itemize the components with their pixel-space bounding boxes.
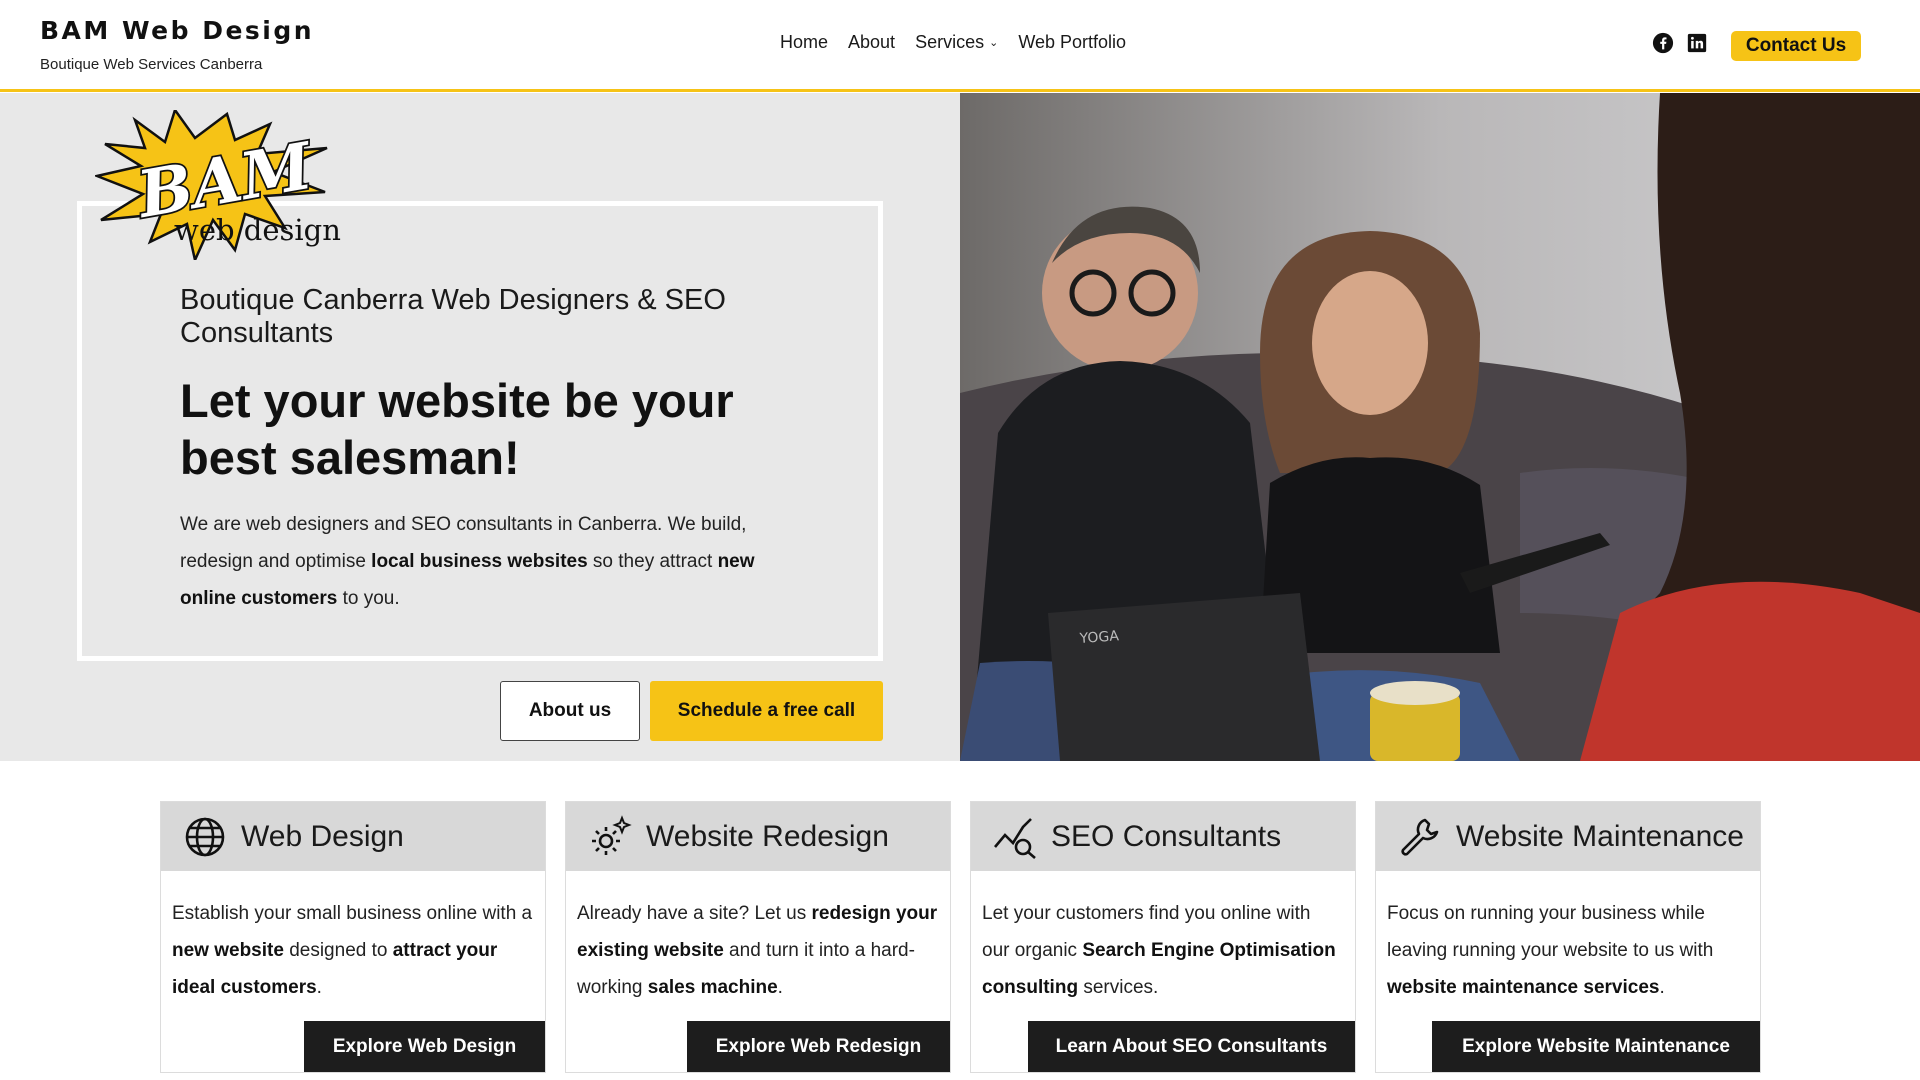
nav-about[interactable]: About xyxy=(848,32,895,53)
explore-web-redesign-button[interactable]: Explore Web Redesign xyxy=(687,1021,950,1072)
card-title: Website Maintenance xyxy=(1456,819,1744,853)
learn-about-seo-button[interactable]: Learn About SEO Consultants xyxy=(1028,1021,1355,1072)
nav-web-portfolio[interactable]: Web Portfolio xyxy=(1018,32,1126,53)
social-links xyxy=(1652,32,1707,54)
schedule-call-button[interactable]: Schedule a free call xyxy=(650,681,883,741)
hero-description: We are web designers and SEO consultants… xyxy=(180,514,755,609)
brand-title[interactable]: BAM Web Design xyxy=(40,14,314,48)
card-text: Establish your small business online wit… xyxy=(172,903,533,998)
main-nav: Home About Services ⌄ Web Portfolio xyxy=(780,32,1126,53)
chart-search-icon xyxy=(993,815,1037,859)
explore-web-design-button[interactable]: Explore Web Design xyxy=(304,1021,545,1072)
card-header: SEO Consultants xyxy=(971,802,1355,871)
service-card-web-design: Web Design Establish your small business… xyxy=(160,801,546,1073)
chevron-down-icon: ⌄ xyxy=(989,37,999,49)
card-title: SEO Consultants xyxy=(1051,819,1282,853)
facebook-icon[interactable] xyxy=(1652,32,1674,54)
globe-icon xyxy=(183,815,227,859)
linkedin-icon[interactable] xyxy=(1687,33,1707,53)
site-header: BAM Web Design Boutique Web Services Can… xyxy=(0,0,1920,92)
gear-sparkle-icon xyxy=(588,814,632,859)
nav-services-label: Services xyxy=(915,32,985,52)
hero-subtitle: Boutique Canberra Web Designers & SEO Co… xyxy=(180,284,726,349)
card-header: Website Redesign xyxy=(566,802,950,871)
card-title: Website Redesign xyxy=(646,819,889,853)
hero-title: Let your website be your best salesman! xyxy=(180,374,734,484)
logo-subtext: web design xyxy=(174,213,341,247)
service-card-seo-consultants: SEO Consultants Let your customers find … xyxy=(970,801,1356,1073)
card-header: Web Design xyxy=(161,802,545,871)
card-text: Focus on running your business while lea… xyxy=(1387,903,1714,998)
nav-services[interactable]: Services ⌄ xyxy=(915,32,998,53)
brand-subtitle: Boutique Web Services Canberra xyxy=(40,56,263,73)
explore-website-maintenance-button[interactable]: Explore Website Maintenance xyxy=(1432,1021,1760,1072)
bam-logo[interactable]: BAM web design xyxy=(92,107,355,264)
service-card-website-redesign: Website Redesign Already have a site? Le… xyxy=(565,801,951,1073)
card-text: Already have a site? Let us redesign you… xyxy=(577,903,938,998)
nav-home[interactable]: Home xyxy=(780,32,828,53)
wrench-icon xyxy=(1398,815,1442,859)
card-header: Website Maintenance xyxy=(1376,802,1760,871)
service-card-website-maintenance: Website Maintenance Focus on running you… xyxy=(1375,801,1761,1073)
laptop-brand-text: YOGA xyxy=(1078,628,1120,647)
card-title: Web Design xyxy=(241,819,404,853)
contact-us-button[interactable]: Contact Us xyxy=(1731,31,1861,61)
about-us-button[interactable]: About us xyxy=(500,681,640,741)
brand[interactable]: BAM Web Design Boutique Web Services Can… xyxy=(40,14,314,73)
card-text: Let your customers find you online with … xyxy=(982,903,1336,998)
hero-photo: YOGA xyxy=(960,93,1920,761)
